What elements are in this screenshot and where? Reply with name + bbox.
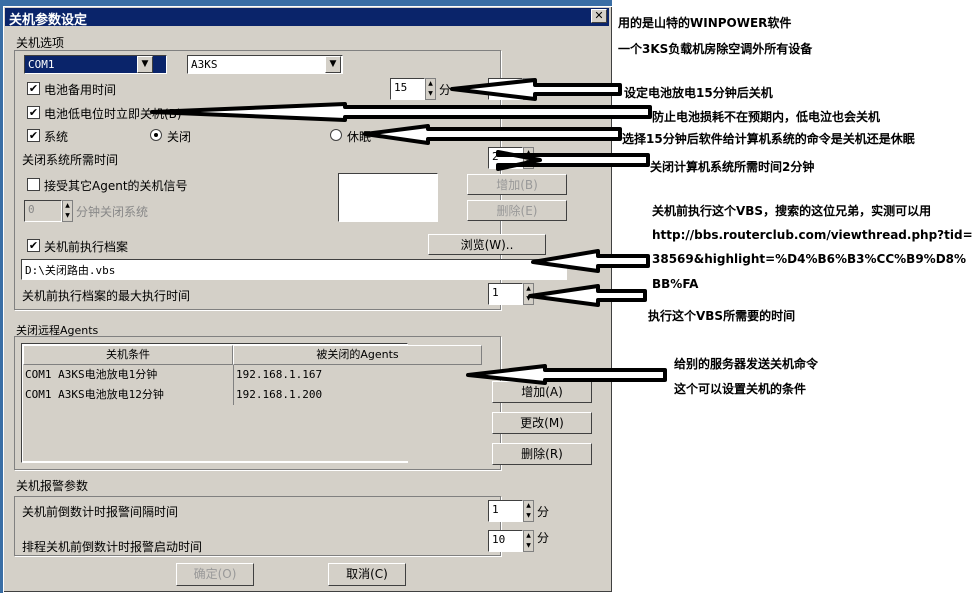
annotation-text: 关机前执行这个VBS，搜索的这位兄弟，实测可以用 bbox=[652, 204, 932, 218]
annotation-arrows bbox=[150, 78, 667, 385]
annotation-text: 选择15分钟后软件给计算机系统的命令是关机还是休眠 bbox=[622, 132, 915, 146]
arrow-shutdown-time bbox=[496, 150, 650, 171]
annotation-link[interactable]: 38569&highlight=%D4%B6%B3%CC%B9%D8% bbox=[652, 252, 966, 266]
annotation-text: 这个可以设置关机的条件 bbox=[674, 382, 807, 396]
arrow-low-battery bbox=[150, 102, 652, 122]
annotation-text: 执行这个VBS所需要的时间 bbox=[648, 309, 796, 323]
annotation-link[interactable]: http://bbs.routerclub.com/viewthread.php… bbox=[652, 228, 972, 242]
annotation-text: 关闭计算机系统所需时间2分钟 bbox=[650, 160, 815, 174]
annotation-text: 一个3KS负载机房除空调外所有设备 bbox=[618, 42, 813, 56]
annotation-text: 设定电池放电15分钟后关机 bbox=[624, 86, 773, 100]
annotation-text: 防止电池损耗不在预期内，低电泣也会关机 bbox=[652, 110, 881, 124]
arrow-pre-script-max bbox=[528, 284, 647, 307]
arrow-hibernate bbox=[363, 124, 622, 145]
annotation-link[interactable]: BB%FA bbox=[652, 277, 698, 291]
annotation-text: 用的是山特的WINPOWER软件 bbox=[618, 16, 792, 30]
arrow-remote-agents bbox=[466, 364, 667, 385]
arrow-vbs bbox=[531, 249, 650, 273]
arrow-battery-time bbox=[450, 78, 622, 101]
annotation-text: 给别的服务器发送关机命令 bbox=[674, 357, 819, 371]
